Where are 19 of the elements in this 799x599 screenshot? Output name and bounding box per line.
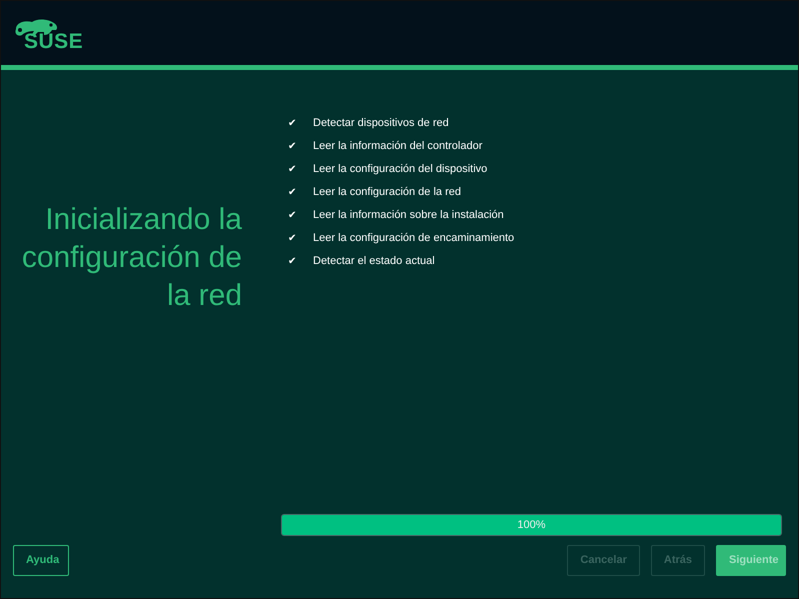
step-label: Leer la información sobre la instalación xyxy=(313,208,504,224)
check-icon: ✔ xyxy=(281,254,313,269)
progress-reading: 100% xyxy=(517,518,546,533)
check-icon: ✔ xyxy=(281,116,313,131)
step-label: Leer la configuración de la red xyxy=(313,185,461,200)
next-button[interactable]: Siguiente xyxy=(716,545,786,576)
check-icon: ✔ xyxy=(281,139,313,154)
step-label: Detectar el estado actual xyxy=(313,254,435,270)
step-label: Leer la información del controlador xyxy=(313,139,482,154)
check-icon: ✔ xyxy=(281,208,313,223)
step-label: Leer la configuración del dispositivo xyxy=(313,162,488,178)
check-icon: ✔ xyxy=(281,231,313,246)
check-icon: ✔ xyxy=(281,162,313,177)
page-title: Inicializando la configuración de la red xyxy=(20,202,242,314)
help-button[interactable]: Ayuda xyxy=(13,545,69,576)
step-label: Leer la configuración de encaminamiento xyxy=(313,231,514,246)
step-label: Detectar dispositivos de red xyxy=(313,116,449,132)
logo-text: SUSE xyxy=(24,31,84,52)
check-icon: ✔ xyxy=(281,185,313,200)
